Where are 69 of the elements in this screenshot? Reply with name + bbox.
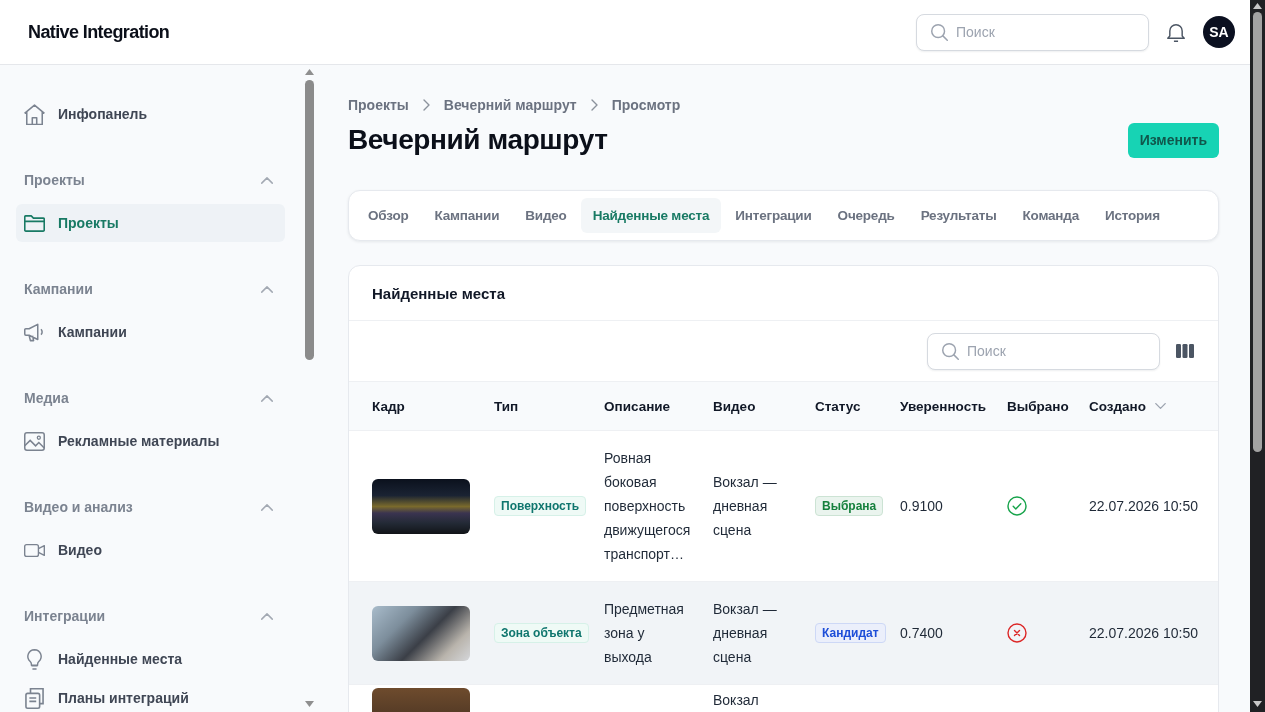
breadcrumb-link[interactable]: Вечерний маршрут <box>443 97 577 113</box>
bell-icon[interactable] <box>1167 21 1185 43</box>
section-header[interactable]: Интеграции <box>16 606 285 626</box>
tab[interactable]: История <box>1092 198 1172 233</box>
breadcrumb-link[interactable]: Проекты <box>348 97 409 113</box>
table-cell-text: Вокзал — дневная сцена <box>713 473 778 540</box>
table-cell-text: 0.7400 <box>900 624 943 643</box>
megaphone-icon <box>24 321 45 343</box>
table-cell-text: Вокзал <box>713 691 759 710</box>
table-cell-text: Вокзал — дневная сцена <box>713 600 778 667</box>
table-cell-text: 22.07.2026 10:50 <box>1089 497 1198 516</box>
sidebar-item[interactable]: Проекты <box>16 204 285 242</box>
tab[interactable]: Интеграции <box>723 198 824 233</box>
tab[interactable]: Обзор <box>356 198 421 233</box>
search-icon <box>942 342 959 360</box>
panel-title: Найденные места <box>372 284 505 302</box>
tab[interactable]: Очередь <box>825 198 907 233</box>
section-header[interactable]: Проекты <box>16 170 285 190</box>
section-header[interactable]: Кампании <box>16 279 285 299</box>
column-header[interactable]: Видео <box>713 398 756 414</box>
columns-icon[interactable] <box>1176 344 1194 358</box>
sidebar-item[interactable]: Кампании <box>16 313 285 351</box>
image-icon <box>24 430 45 452</box>
section-header[interactable]: Видео и анализ <box>16 497 285 517</box>
column-header[interactable]: Тип <box>494 398 519 414</box>
type-tag: Зона объекта <box>494 623 589 643</box>
user-avatar[interactable]: SA <box>1203 16 1235 48</box>
type-tag: Поверхность <box>494 496 587 516</box>
sidebar-item[interactable]: Найденные места <box>16 640 285 678</box>
search-field[interactable]: Поиск <box>927 332 1160 370</box>
table-cell-text: Предметная зона у выхода <box>604 600 685 667</box>
folder-icon <box>24 212 45 234</box>
breadcrumb-current: Просмотр <box>611 97 681 113</box>
column-header[interactable]: Создано <box>1089 398 1146 414</box>
column-header[interactable]: Описание <box>604 398 671 414</box>
column-header[interactable]: Выбрано <box>1007 398 1069 414</box>
scrollbar-thumb[interactable] <box>304 80 314 360</box>
column-header[interactable]: Статус <box>815 398 861 414</box>
chevron-right-icon <box>422 99 430 111</box>
home-icon <box>24 103 45 125</box>
sidebar-item[interactable]: Рекламные материалы <box>16 422 285 460</box>
edit-button[interactable]: Изменить <box>1127 122 1219 158</box>
scrollbar-thumb[interactable] <box>1253 12 1262 452</box>
sidebar-item[interactable]: Инфопанель <box>16 95 285 133</box>
tab[interactable]: Команда <box>1010 198 1091 233</box>
table-cell-text: 0.9100 <box>900 497 943 516</box>
scroll-up-button[interactable] <box>1253 3 1262 9</box>
search-icon <box>931 23 948 41</box>
status-tag: Выбрана <box>815 496 884 516</box>
tab[interactable]: Найденные места <box>580 198 722 233</box>
sidebar-item[interactable]: Планы интеграций <box>16 679 285 712</box>
documents-icon <box>24 687 45 709</box>
table-cell-text: 22.07.2026 10:50 <box>1089 624 1198 643</box>
column-header[interactable]: Уверенность <box>900 398 987 414</box>
sidebar-item[interactable]: Видео <box>16 531 285 569</box>
tab[interactable]: Результаты <box>908 198 1009 233</box>
search-field[interactable]: Поиск <box>916 13 1149 51</box>
chevron-right-icon <box>590 99 598 111</box>
page-title: Вечерний маршрут <box>348 124 608 156</box>
lightbulb-icon <box>24 648 45 670</box>
table-cell-text: Ровная боковая поверхность движущегося транспорт… <box>604 449 692 564</box>
scroll-down-button[interactable] <box>1253 701 1262 707</box>
status-tag: Кандидат <box>815 623 886 643</box>
app-logo[interactable]: Native Integration <box>28 21 170 43</box>
tab[interactable]: Кампании <box>422 198 512 233</box>
tab[interactable]: Видео <box>513 198 579 233</box>
column-header[interactable]: Кадр <box>372 398 405 414</box>
scrollbar[interactable] <box>1250 0 1265 712</box>
section-header[interactable]: Медиа <box>16 388 285 408</box>
